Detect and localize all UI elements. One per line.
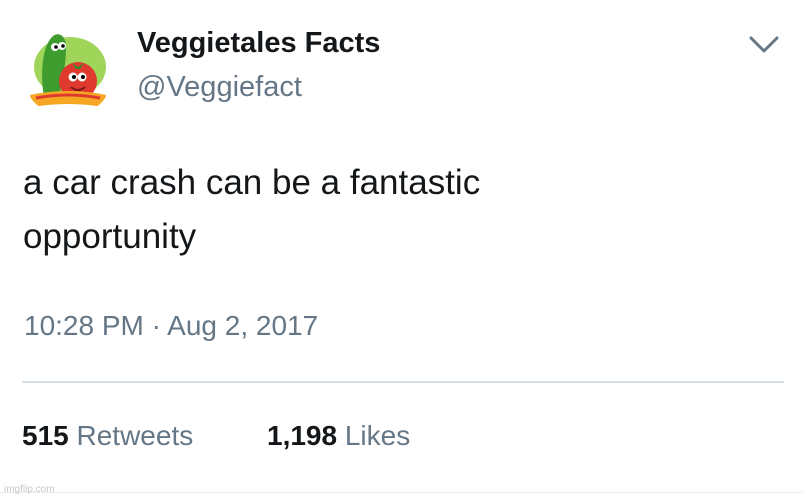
tweet-text: a car crash can be a fantastic opportuni… [23, 156, 763, 264]
tweet-text-line: a car crash can be a fantastic [23, 163, 481, 202]
likes-count: 1,198 [267, 420, 338, 451]
veggietales-logo-icon [22, 25, 114, 117]
display-name[interactable]: Veggietales Facts [137, 27, 380, 60]
divider [22, 381, 784, 383]
likes-label: Likes [344, 420, 411, 451]
avatar[interactable] [22, 25, 114, 117]
tweet-stats: 515 Retweets 1,198 Likes [22, 420, 410, 452]
likes-stat[interactable]: 1,198 Likes [267, 420, 410, 452]
retweets-count: 515 [22, 420, 69, 451]
user-handle[interactable]: @Veggiefact [137, 71, 302, 104]
tweet-timestamp[interactable]: 10:28 PM · Aug 2, 2017 [24, 310, 318, 342]
watermark: imgflip.com [4, 484, 55, 495]
tweet-text-line: opportunity [23, 217, 197, 256]
bottom-divider [0, 492, 803, 493]
retweets-stat[interactable]: 515 Retweets [22, 420, 193, 452]
chevron-down-icon[interactable] [747, 30, 781, 56]
retweets-label: Retweets [76, 420, 194, 451]
